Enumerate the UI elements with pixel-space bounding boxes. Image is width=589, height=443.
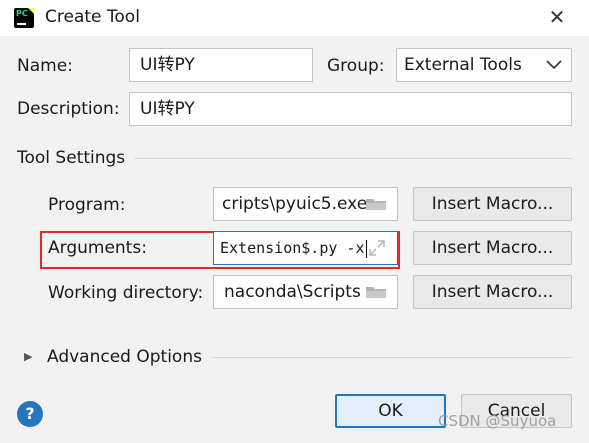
arguments-label: Arguments: <box>48 238 147 258</box>
folder-icon[interactable] <box>365 285 387 299</box>
chevron-down-icon[interactable] <box>546 60 562 70</box>
name-label: Name: <box>17 56 73 76</box>
working-directory-label: Working directory: <box>48 283 204 303</box>
description-label: Description: <box>17 99 120 119</box>
group-select-value: External Tools <box>404 55 522 75</box>
arguments-insert-macro-button[interactable]: Insert Macro... <box>413 231 572 265</box>
expand-icon[interactable] <box>368 239 386 257</box>
tool-settings-heading: Tool Settings <box>17 148 126 168</box>
program-insert-macro-button[interactable]: Insert Macro... <box>413 187 572 221</box>
tool-settings-separator <box>134 158 572 159</box>
advanced-options-separator <box>212 357 572 358</box>
window-title: Create Tool <box>45 7 140 27</box>
folder-icon[interactable] <box>365 197 387 211</box>
pycharm-icon: PC <box>14 8 34 28</box>
text-cursor <box>365 239 367 258</box>
help-icon[interactable]: ? <box>17 401 43 427</box>
description-input[interactable]: UI转PY <box>129 92 572 126</box>
watermark-text: CSDN @Suyuoa <box>438 412 557 430</box>
name-input[interactable]: UI转PY <box>129 48 313 82</box>
program-label: Program: <box>48 195 126 215</box>
arguments-value: Extension$.py -x <box>220 239 365 257</box>
expand-arrow-icon[interactable]: ▶ <box>24 350 32 363</box>
group-label: Group: <box>327 56 385 76</box>
working-directory-insert-macro-button[interactable]: Insert Macro... <box>413 275 572 309</box>
ok-button[interactable]: OK <box>335 394 446 428</box>
advanced-options-toggle[interactable]: Advanced Options <box>47 347 202 367</box>
close-icon[interactable]: ✕ <box>544 4 570 30</box>
